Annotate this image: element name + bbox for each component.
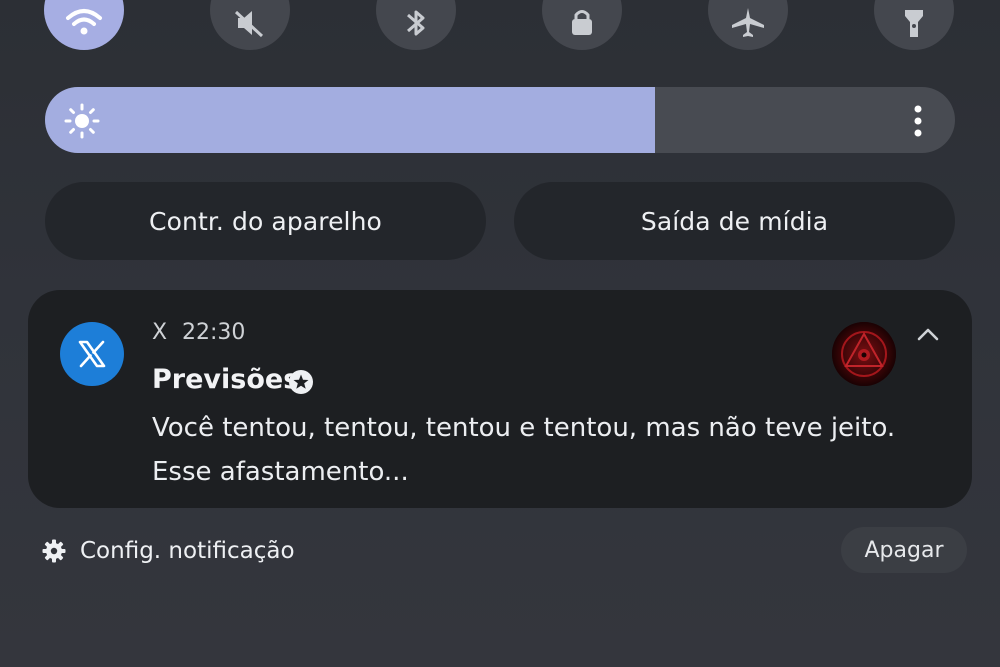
media-output-button[interactable]: Saída de mídia [514,182,955,260]
brightness-level-fill [45,87,655,153]
flashlight-icon [905,10,923,37]
flashlight-toggle[interactable] [874,0,954,50]
chevron-up-icon[interactable] [916,326,940,342]
device-control-button[interactable]: Contr. do aparelho [45,182,486,260]
sound-toggle[interactable] [210,0,290,50]
star-badge-icon [289,370,313,394]
bluetooth-toggle[interactable] [376,0,456,50]
more-options-icon[interactable] [906,103,930,139]
app-icon [60,322,124,386]
airplane-toggle[interactable] [708,0,788,50]
notification-settings-label: Config. notificação [80,538,295,564]
clear-label: Apagar [864,537,944,563]
wifi-toggle[interactable] [44,0,124,50]
avatar-emblem-icon [832,322,896,386]
notification-title: Previsões [152,364,300,395]
notification-settings-link[interactable]: Config. notificação [42,535,295,567]
screen-lock-icon [572,10,592,35]
notification-time: 22:30 [182,320,246,345]
sender-avatar [832,322,896,386]
mute-icon [234,10,264,38]
bluetooth-icon [407,10,425,36]
notification-card[interactable]: X 22:30 Previsões Você tentou, tentou, t… [28,290,972,508]
notification-body: Você tentou, tentou, tentou e tentou, ma… [152,413,896,487]
device-control-label: Contr. do aparelho [149,206,382,236]
clear-button[interactable]: Apagar [841,527,967,573]
brightness-slider[interactable] [45,87,955,153]
sun-icon [64,103,100,139]
media-output-label: Saída de mídia [640,206,829,236]
quick-settings-row [0,0,1000,60]
x-logo-icon [78,340,106,368]
airplane-icon [732,8,764,37]
app-name: X [152,320,168,345]
rotation-lock-toggle[interactable] [542,0,622,50]
wifi-icon [66,9,102,35]
gear-icon [42,539,66,563]
